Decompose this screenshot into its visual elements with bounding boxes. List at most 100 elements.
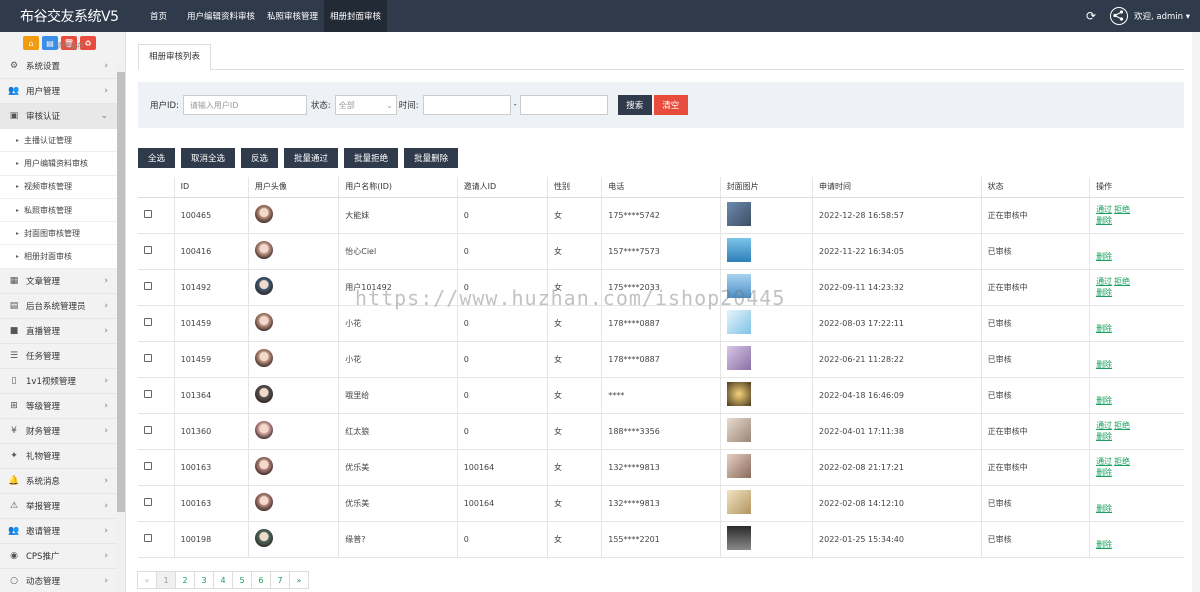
pager-page[interactable]: 1: [156, 571, 176, 589]
pager-page[interactable]: 6: [251, 571, 271, 589]
sidebar-item[interactable]: ■ 直播管理 ›: [0, 319, 118, 344]
search-button[interactable]: 搜索: [617, 95, 652, 115]
top-nav-item[interactable]: 私照审核管理: [261, 0, 324, 32]
row-checkbox[interactable]: [144, 210, 152, 218]
cover-image[interactable]: [726, 454, 751, 478]
end-time-input[interactable]: [519, 95, 608, 115]
pager-page[interactable]: 7: [270, 571, 290, 589]
delete-link[interactable]: 删除: [1096, 396, 1112, 405]
delete-link[interactable]: 删除: [1096, 252, 1112, 261]
delete-link[interactable]: 删除: [1096, 504, 1112, 513]
sidebar-subitem[interactable]: ▸ 封面图审核管理: [0, 222, 118, 246]
row-checkbox[interactable]: [144, 462, 152, 470]
avatar[interactable]: [254, 205, 273, 223]
refresh-icon[interactable]: ⟳: [1080, 9, 1102, 23]
row-checkbox[interactable]: [144, 246, 152, 254]
top-nav-item[interactable]: 首页: [136, 0, 181, 32]
reject-link[interactable]: 拒绝: [1114, 277, 1130, 286]
row-checkbox[interactable]: [144, 354, 152, 362]
cover-image[interactable]: [726, 490, 751, 514]
row-checkbox[interactable]: [144, 318, 152, 326]
sidebar-item[interactable]: ¥ 财务管理 ›: [0, 419, 118, 444]
delete-link[interactable]: 删除: [1096, 468, 1112, 477]
bulk-button[interactable]: 批量拒绝: [344, 148, 399, 168]
pager-prev[interactable]: «: [137, 571, 157, 589]
cover-image[interactable]: [726, 310, 751, 334]
sidebar-item[interactable]: ⊞ 等级管理 ›: [0, 394, 118, 419]
pager-next[interactable]: »: [289, 571, 309, 589]
avatar[interactable]: [254, 493, 273, 511]
sidebar-item[interactable]: ○ 动态管理 ›: [0, 569, 118, 592]
avatar[interactable]: [254, 457, 273, 475]
cover-image[interactable]: [726, 346, 751, 370]
sidebar-item[interactable]: ◉ CPS推广 ›: [0, 544, 118, 569]
avatar[interactable]: [254, 313, 273, 331]
status-select[interactable]: 全部 ⌄: [334, 95, 397, 115]
bulk-button[interactable]: 反选: [241, 148, 279, 168]
sidebar-item[interactable]: ▣ 审核认证 ⌄: [0, 104, 118, 129]
clear-button[interactable]: 清空: [653, 95, 688, 115]
bulk-button[interactable]: 取消全选: [181, 148, 236, 168]
sidebar-item[interactable]: ✦ 礼物管理: [0, 444, 118, 469]
row-checkbox[interactable]: [144, 426, 152, 434]
share-icon[interactable]: [1109, 7, 1128, 25]
reject-link[interactable]: 拒绝: [1114, 421, 1130, 430]
reject-link[interactable]: 拒绝: [1114, 205, 1130, 214]
bulk-button[interactable]: 批量删除: [404, 148, 459, 168]
row-checkbox[interactable]: [144, 282, 152, 290]
delete-link[interactable]: 删除: [1096, 216, 1112, 225]
pager-page[interactable]: 5: [232, 571, 252, 589]
avatar[interactable]: [254, 529, 273, 547]
reject-link[interactable]: 拒绝: [1114, 457, 1130, 466]
approve-link[interactable]: 通过: [1096, 421, 1112, 430]
sidebar-item[interactable]: 👥 用户管理 ›: [0, 79, 118, 104]
sidebar-item[interactable]: ▦ 文章管理 ›: [0, 269, 118, 294]
bulk-button[interactable]: 批量通过: [284, 148, 339, 168]
start-time-input[interactable]: [422, 95, 511, 115]
cover-image[interactable]: [726, 238, 751, 262]
avatar[interactable]: [254, 277, 273, 295]
row-checkbox[interactable]: [144, 498, 152, 506]
cover-image[interactable]: [726, 526, 751, 550]
pager-page[interactable]: 2: [175, 571, 195, 589]
sidebar-subitem[interactable]: ▸ 相册封面审核: [0, 245, 118, 269]
sidebar-item[interactable]: ☰ 任务管理: [0, 344, 118, 369]
row-checkbox[interactable]: [144, 534, 152, 542]
approve-link[interactable]: 通过: [1096, 277, 1112, 286]
avatar[interactable]: [254, 241, 273, 259]
delete-link[interactable]: 删除: [1096, 432, 1112, 441]
row-checkbox[interactable]: [144, 390, 152, 398]
approve-link[interactable]: 通过: [1096, 457, 1112, 466]
tab-album-review-list[interactable]: 相册审核列表: [138, 44, 212, 70]
pager-page[interactable]: 4: [213, 571, 233, 589]
bulk-button[interactable]: 全选: [138, 148, 176, 168]
sidebar-item[interactable]: ⚙ 系统设置 ›: [0, 54, 118, 79]
avatar[interactable]: [254, 349, 273, 367]
sidebar-subitem[interactable]: ▸ 视频审核管理: [0, 175, 118, 199]
delete-link[interactable]: 删除: [1096, 360, 1112, 369]
sidebar-item[interactable]: ▤ 后台系统管理员 ›: [0, 294, 118, 319]
home-icon[interactable]: ⌂: [23, 36, 39, 50]
delete-link[interactable]: 删除: [1096, 324, 1112, 333]
sidebar-item[interactable]: ▯ 1v1视频管理 ›: [0, 369, 118, 394]
sidebar-item[interactable]: 🔔 系统消息 ›: [0, 469, 118, 494]
top-nav-item[interactable]: 相册封面审核: [324, 0, 388, 32]
avatar[interactable]: [254, 385, 273, 403]
sidebar-subitem[interactable]: ▸ 用户编辑资料审核: [0, 152, 118, 176]
top-nav-item[interactable]: 用户编辑资料审核: [181, 0, 261, 32]
page-scrollbar[interactable]: [1192, 32, 1200, 592]
sidebar-item[interactable]: 👥 邀请管理 ›: [0, 519, 118, 544]
delete-link[interactable]: 删除: [1096, 288, 1112, 297]
sidebar-item[interactable]: ⚠ 举报管理 ›: [0, 494, 118, 519]
cover-image[interactable]: [726, 382, 751, 406]
user-id-input[interactable]: 请输入用户ID: [182, 95, 307, 115]
delete-link[interactable]: 删除: [1096, 540, 1112, 549]
sidebar-subitem[interactable]: ▸ 主播认证管理: [0, 129, 118, 153]
sidebar-scroll-thumb[interactable]: [117, 72, 125, 512]
avatar[interactable]: [254, 421, 273, 439]
pager-page[interactable]: 3: [194, 571, 214, 589]
cover-image[interactable]: [726, 202, 751, 226]
cover-image[interactable]: [726, 418, 751, 442]
sidebar-subitem[interactable]: ▸ 私照审核管理: [0, 198, 118, 223]
approve-link[interactable]: 通过: [1096, 205, 1112, 214]
